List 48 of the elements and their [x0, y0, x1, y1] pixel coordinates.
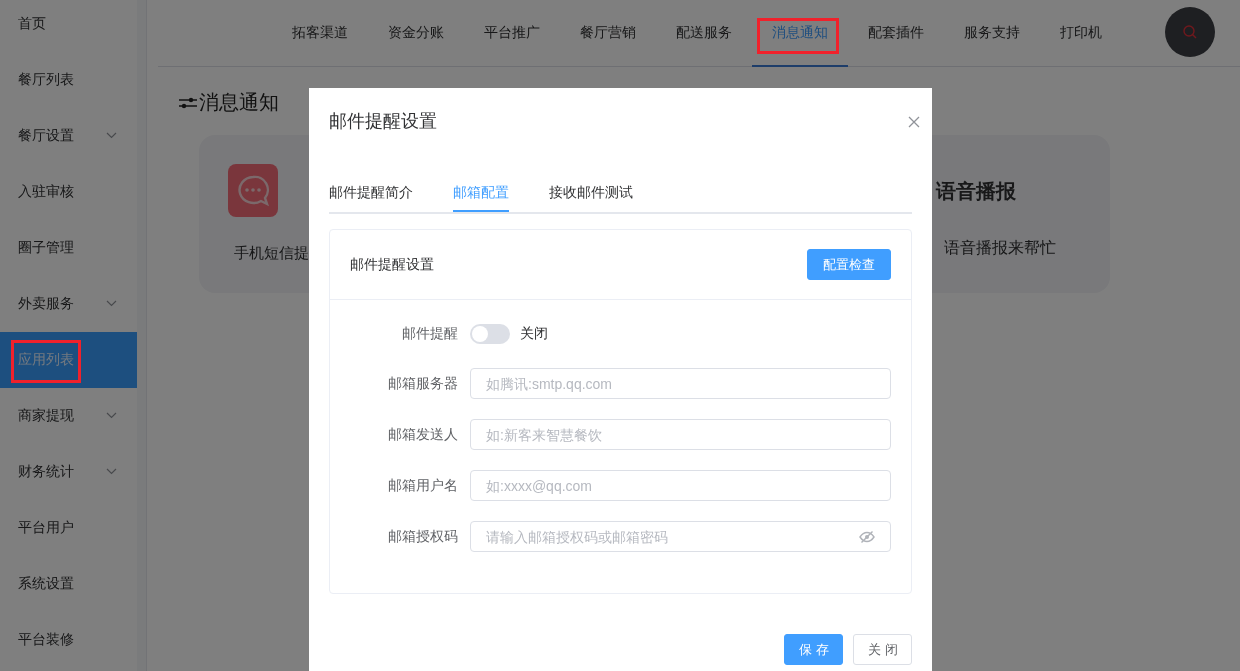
nav-tab[interactable]: 拓客渠道: [272, 0, 368, 67]
page-title: 消息通知: [199, 90, 279, 115]
sidebar-item[interactable]: 首页: [0, 0, 137, 52]
close-icon[interactable]: [908, 116, 920, 128]
chat-bubble-icon: [228, 164, 278, 217]
nav-tab[interactable]: 平台推广: [464, 0, 560, 67]
sidebar-item[interactable]: 财务统计: [0, 444, 137, 500]
eye-slash-icon[interactable]: [859, 530, 875, 544]
panel-title: 邮件提醒设置: [350, 255, 434, 274]
input-field[interactable]: 如腾讯:smtp.qq.com: [470, 368, 891, 399]
sliders-icon: [179, 95, 197, 110]
card-title: 语音播报: [936, 179, 1016, 204]
search-button[interactable]: [1165, 7, 1215, 57]
sidebar-item[interactable]: 外卖服务: [0, 276, 137, 332]
field-label: 邮箱授权码: [387, 527, 458, 546]
field-label: 邮箱服务器: [387, 374, 458, 393]
nav-tab[interactable]: 服务支持: [944, 0, 1040, 67]
sidebar-item[interactable]: 餐厅设置: [0, 108, 137, 164]
dialog-tab[interactable]: 邮箱配置: [453, 177, 509, 212]
sidebar-item[interactable]: 入驻审核: [0, 164, 137, 220]
card-description: 手机短信提: [234, 244, 309, 263]
card-description: 语音播报来帮忙: [944, 238, 1056, 258]
nav-tab[interactable]: 资金分账: [368, 0, 464, 67]
toggle-switch[interactable]: [470, 324, 510, 344]
nav-tab[interactable]: 配送服务: [656, 0, 752, 67]
field-label: 邮箱发送人: [387, 425, 458, 444]
sidebar-item[interactable]: 平台用户: [0, 500, 137, 556]
input-field[interactable]: 如:新客来智慧餐饮: [470, 419, 891, 450]
password-field[interactable]: 请输入邮箱授权码或邮箱密码: [470, 521, 891, 552]
nav-tab[interactable]: 打印机: [1040, 0, 1122, 67]
input-field[interactable]: 如:xxxx@qq.com: [470, 470, 891, 501]
switch-state-label: 关闭: [520, 325, 548, 343]
close-button[interactable]: 关闭: [853, 634, 912, 665]
save-button[interactable]: 保存: [784, 634, 843, 665]
dialog-tab[interactable]: 邮件提醒简介: [329, 177, 413, 212]
dialog-title: 邮件提醒设置: [329, 110, 437, 133]
nav-tab[interactable]: 餐厅营销: [560, 0, 656, 67]
sidebar-item[interactable]: 圈子管理: [0, 220, 137, 276]
sidebar-item[interactable]: 系统设置: [0, 556, 137, 612]
sidebar-item[interactable]: 餐厅列表: [0, 52, 137, 108]
field-label: 邮箱用户名: [387, 476, 458, 495]
sidebar-item[interactable]: 平台装修: [0, 612, 137, 668]
field-label: 邮件提醒: [401, 325, 458, 343]
dialog-tab[interactable]: 接收邮件测试: [549, 177, 633, 212]
check-config-button[interactable]: 配置检查: [807, 249, 891, 280]
search-icon: [1183, 25, 1197, 39]
nav-tab[interactable]: 配套插件: [848, 0, 944, 67]
sidebar-item[interactable]: 商家提现: [0, 388, 137, 444]
